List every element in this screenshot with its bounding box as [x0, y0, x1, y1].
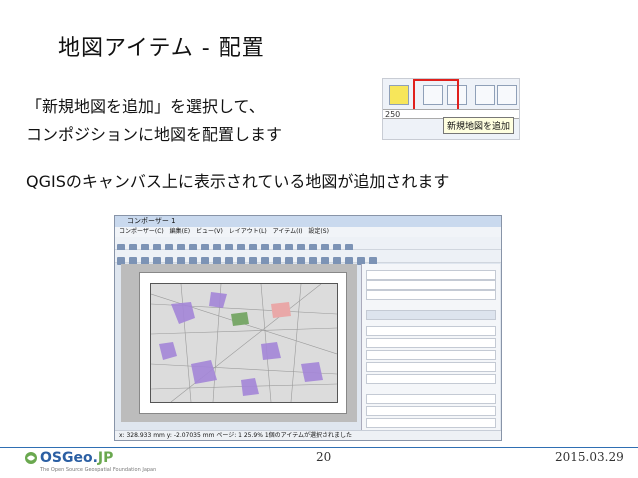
composer-statusbar: x: 328.933 mm y: -2.07035 mm ページ: 1 25.9… — [115, 430, 501, 440]
add-legend-icon[interactable] — [497, 85, 517, 105]
logo-main: OSGeo. — [40, 450, 98, 466]
instruction-line-1: 「新規地図を追加」を選択して、 — [26, 97, 265, 116]
date: 2015.03.29 — [555, 450, 624, 464]
composer-titlebar: コンポーザー 1 — [115, 216, 501, 227]
item-properties-panel — [361, 264, 500, 430]
composer-page — [139, 272, 347, 414]
toolbar-crop-image: 250 新規地図を追加 — [382, 78, 520, 140]
slide-title: 地図アイテム - 配置 — [58, 36, 265, 61]
add-label-icon[interactable] — [475, 85, 495, 105]
pointer-tool-icon[interactable] — [389, 85, 409, 105]
logo-text: OSGeo.JP — [40, 450, 113, 466]
add-map-tooltip: 新規地図を追加 — [443, 117, 515, 134]
instruction-line-3: QGISのキャンバス上に表示されている地図が追加されます — [26, 172, 450, 191]
composer-toolbar-1 — [115, 237, 501, 252]
logo-jp: JP — [97, 450, 114, 466]
map-thumbnail — [151, 284, 337, 402]
composer-menubar: コンポーザー(C) 編集(E) ビュー(V) レイアウト(L) アイテム(I) … — [115, 227, 501, 237]
composer-window-screenshot: コンポーザー 1 コンポーザー(C) 編集(E) ビュー(V) レイアウト(L)… — [114, 215, 502, 441]
instruction-line-2: コンポジションに地図を配置します — [26, 125, 283, 144]
page-number: 20 — [316, 450, 332, 464]
osgeo-globe-icon — [25, 452, 37, 464]
footer-divider — [0, 447, 638, 448]
composer-canvas — [121, 264, 357, 422]
logo-subtitle: The Open Source Geospatial Foundation Ja… — [40, 467, 157, 473]
map-item[interactable] — [150, 283, 338, 403]
composer-toolbar-2 — [115, 250, 501, 265]
